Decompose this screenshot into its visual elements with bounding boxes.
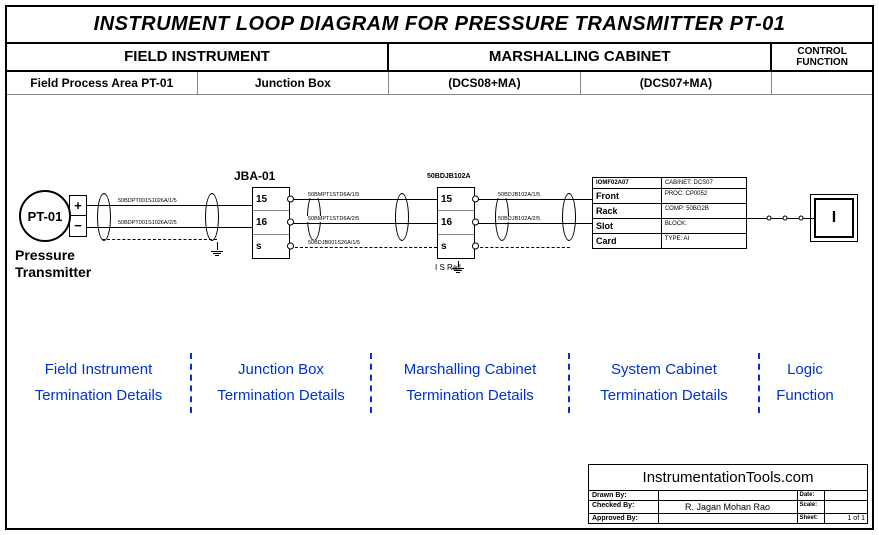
blue-mc-l2: Termination Details	[378, 383, 562, 409]
blue-logic-function: Logic Function	[760, 353, 850, 413]
pt-label-l1: Pressure	[15, 247, 91, 264]
blue-field-instrument: Field Instrument Termination Details	[7, 353, 190, 413]
blue-sc-l2: Termination Details	[576, 383, 752, 409]
pt-terminal-block: + −	[69, 195, 87, 237]
cable-shield-6	[562, 193, 576, 241]
subheader-row: Field Process Area PT-01 Junction Box (D…	[7, 72, 872, 95]
pt-transmitter-symbol: PT-01	[19, 190, 71, 242]
blue-fi-l2: Termination Details	[13, 383, 184, 409]
blue-lf-l1: Logic	[766, 357, 844, 383]
tb-approved-label: Approved By:	[589, 514, 659, 523]
tb-checked-value: R. Jagan Mohan Rao	[659, 501, 798, 513]
header-row: FIELD INSTRUMENT MARSHALLING CABINET CON…	[7, 44, 872, 72]
sub-ctrl	[772, 72, 872, 94]
marshalling-block: 15 16 s	[437, 187, 475, 259]
sub-field-process: Field Process Area PT-01	[7, 72, 198, 94]
wire-seg1-shield	[102, 239, 217, 240]
scab-cabinet: CABINET: DCS07	[662, 178, 746, 188]
junction-box-label: JBA-01	[234, 169, 275, 183]
tb-scale-label: Scale:	[798, 501, 826, 513]
scab-iom: IOMF02A07	[593, 178, 662, 188]
page-title: INSTRUMENT LOOP DIAGRAM FOR PRESSURE TRA…	[13, 13, 866, 36]
system-cabinet-table: IOMF02A07 CABINET: DCS07 Front PROC: CP0…	[592, 177, 747, 249]
sub-marsh-1: (DCS08+MA)	[389, 72, 581, 94]
blue-sc-l1: System Cabinet	[576, 357, 752, 383]
scab-type: TYPE: AI	[662, 234, 746, 248]
sub-marsh-2: (DCS07+MA)	[581, 72, 773, 94]
header-ctrl-l2: FUNCTION	[774, 57, 870, 68]
tb-date-value	[825, 491, 867, 500]
titleblock-site: InstrumentationTools.com	[589, 465, 867, 491]
wire-seg3-pos	[475, 199, 592, 200]
drawing-titleblock: InstrumentationTools.com Drawn By: Date:…	[588, 464, 868, 524]
loop-diagram: PT-01 Pressure Transmitter + − JBA-01 15…	[7, 95, 872, 345]
wire-seg3-shield	[475, 247, 570, 248]
cable-shield-4	[395, 193, 409, 241]
pt-tag: PT-01	[28, 209, 63, 224]
node-3	[799, 216, 804, 221]
jbox-term-16: 16	[253, 211, 289, 234]
pt-label: Pressure Transmitter	[15, 247, 91, 281]
logic-symbol-text: I	[832, 209, 836, 227]
junction-box: 15 16 s	[252, 187, 290, 259]
tb-drawn-label: Drawn By:	[589, 491, 659, 500]
pt-label-l2: Transmitter	[15, 264, 91, 281]
scab-block: BLOCK:	[662, 219, 746, 233]
scab-comp: COMP: 50BG2B	[662, 204, 746, 218]
jbox-term-15: 15	[253, 188, 289, 211]
marshalling-block-label: 50BDJB102A	[427, 173, 471, 180]
scab-slot: Slot	[593, 219, 662, 233]
blue-marshalling-cabinet: Marshalling Cabinet Termination Details	[372, 353, 568, 413]
blue-jb-l2: Termination Details	[198, 383, 364, 409]
tb-date-label: Date:	[798, 491, 826, 500]
jbox-term-s: s	[253, 235, 289, 258]
cable-shield-1	[97, 193, 111, 241]
scab-proc: PROC: CP0052	[662, 189, 746, 203]
header-control-function: CONTROL FUNCTION	[772, 44, 872, 70]
node-2	[783, 216, 788, 221]
tb-checked-label: Checked By:	[589, 501, 659, 513]
wlabel-seg2-shd: 50BDJB001S26A/1/5	[307, 240, 361, 246]
tb-sheet-label: Sheet:	[798, 514, 826, 523]
logic-function-symbol: I	[814, 198, 854, 238]
mbox-term-s: s	[438, 235, 474, 258]
wire-seg2-shield	[290, 247, 437, 248]
wlabel-seg2-neg: 50BMPT1STD6A/2/5	[307, 216, 360, 222]
scab-front: Front	[593, 189, 662, 203]
tb-sheet-value: 1 of 1	[825, 514, 867, 523]
pt-plus-terminal: +	[70, 196, 86, 216]
blue-junction-box: Junction Box Termination Details	[192, 353, 370, 413]
wlabel-seg3-pos: 50BDJB102A/1/5	[497, 192, 541, 198]
ground-icon-2	[452, 261, 464, 274]
blue-fi-l1: Field Instrument	[13, 357, 184, 383]
tb-drawn-value	[659, 491, 798, 500]
blue-system-cabinet: System Cabinet Termination Details	[570, 353, 758, 413]
ground-icon-1	[211, 242, 223, 257]
blue-mc-l1: Marshalling Cabinet	[378, 357, 562, 383]
node-1	[767, 216, 772, 221]
sub-junction-box: Junction Box	[198, 72, 390, 94]
wlabel-seg1-pos: 50BDPT001S1026A/1/5	[117, 198, 178, 204]
tb-scale-value	[825, 501, 867, 513]
header-marshalling-cabinet: MARSHALLING CABINET	[389, 44, 772, 70]
wlabel-seg2-pos: 50BMPT1STD6A/1/5	[307, 192, 360, 198]
pt-minus-terminal: −	[70, 216, 86, 236]
blue-lf-l2: Function	[766, 383, 844, 409]
termination-details-row: Field Instrument Termination Details Jun…	[7, 345, 872, 423]
cable-shield-2	[205, 193, 219, 241]
mbox-term-15: 15	[438, 188, 474, 211]
header-ctrl-l1: CONTROL	[774, 46, 870, 57]
blue-jb-l1: Junction Box	[198, 357, 364, 383]
wlabel-seg3-neg: 50BDJB102A/2/5	[497, 216, 541, 222]
wlabel-seg1-neg: 50BDPT001S1026A/2/5	[117, 220, 178, 226]
wire-seg1-neg	[87, 227, 252, 228]
title-bar: INSTRUMENT LOOP DIAGRAM FOR PRESSURE TRA…	[7, 7, 872, 44]
header-field-instrument: FIELD INSTRUMENT	[7, 44, 389, 70]
scab-rack: Rack	[593, 204, 662, 218]
wire-seg1-pos	[87, 205, 252, 206]
scab-card: Card	[593, 234, 662, 248]
mbox-term-16: 16	[438, 211, 474, 234]
tb-approved-value	[659, 514, 798, 523]
